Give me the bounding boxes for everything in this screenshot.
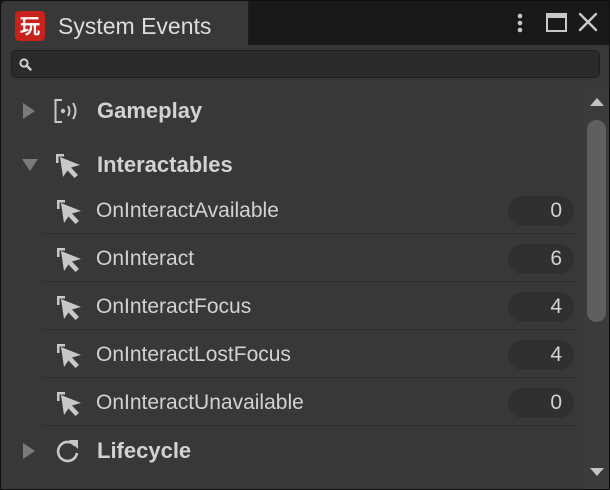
interact-cursor-icon xyxy=(54,245,84,273)
scroll-up-arrow-icon[interactable] xyxy=(588,95,606,107)
vertical-scrollbar[interactable] xyxy=(584,87,609,489)
listener-count-badge: 4 xyxy=(508,292,574,322)
foldout-collapsed-icon[interactable] xyxy=(21,102,37,120)
tree-group[interactable]: Lifecycle xyxy=(1,427,584,474)
system-events-window: 玩 System Events Gameplay Interactables O… xyxy=(0,0,610,490)
broadcast-icon xyxy=(53,97,83,125)
tree-item[interactable]: OnInteractFocus 4 xyxy=(1,283,584,330)
more-options-icon[interactable] xyxy=(509,11,535,37)
row-divider xyxy=(41,329,576,330)
interact-cursor-icon xyxy=(54,197,84,225)
maximize-icon[interactable] xyxy=(544,11,570,37)
event-label: OnInteractAvailable xyxy=(96,199,279,222)
row-divider xyxy=(41,281,576,282)
close-icon[interactable] xyxy=(576,11,602,37)
tree-item[interactable]: OnInteractLostFocus 4 xyxy=(1,331,584,378)
group-label: Interactables xyxy=(97,152,233,177)
group-label: Lifecycle xyxy=(97,438,192,463)
event-label: OnInteractLostFocus xyxy=(96,343,291,366)
group-label: Gameplay xyxy=(97,98,203,123)
tree-item[interactable]: OnInteractAvailable 0 xyxy=(1,187,584,234)
scroll-down-arrow-icon[interactable] xyxy=(588,465,606,477)
refresh-icon xyxy=(53,437,83,465)
tree-item[interactable]: OnInteract 6 xyxy=(1,235,584,282)
listener-count-badge: 0 xyxy=(508,388,574,418)
listener-count-badge: 4 xyxy=(508,340,574,370)
interact-cursor-icon xyxy=(54,341,84,369)
app-logo-icon: 玩 xyxy=(15,11,45,41)
interact-cursor-icon xyxy=(53,151,83,179)
event-label: OnInteractUnavailable xyxy=(96,391,304,414)
row-divider xyxy=(41,377,576,378)
tab-title: System Events xyxy=(58,13,212,39)
interact-cursor-icon xyxy=(54,389,84,417)
event-label: OnInteractFocus xyxy=(96,295,252,318)
listener-count-badge: 0 xyxy=(508,196,574,226)
tree-group[interactable]: Interactables xyxy=(1,141,584,188)
search-icon xyxy=(18,57,34,73)
search-input[interactable] xyxy=(42,53,596,77)
foldout-collapsed-icon[interactable] xyxy=(21,442,37,460)
tree-item[interactable]: OnInteractUnavailable 0 xyxy=(1,379,584,426)
event-tree: Gameplay Interactables OnInteractAvailable… xyxy=(1,87,584,489)
scrollbar-thumb[interactable] xyxy=(587,120,606,322)
foldout-expanded-icon[interactable] xyxy=(21,156,38,174)
interact-cursor-icon xyxy=(54,293,84,321)
listener-count-badge: 6 xyxy=(508,244,574,274)
row-divider xyxy=(41,233,576,234)
search-field[interactable] xyxy=(11,50,600,78)
tree-group[interactable]: Gameplay xyxy=(1,87,584,134)
tab-bar: 玩 System Events xyxy=(1,1,609,45)
row-divider xyxy=(41,425,576,426)
tab-system-events[interactable]: 玩 System Events xyxy=(1,1,249,45)
event-label: OnInteract xyxy=(96,247,195,270)
